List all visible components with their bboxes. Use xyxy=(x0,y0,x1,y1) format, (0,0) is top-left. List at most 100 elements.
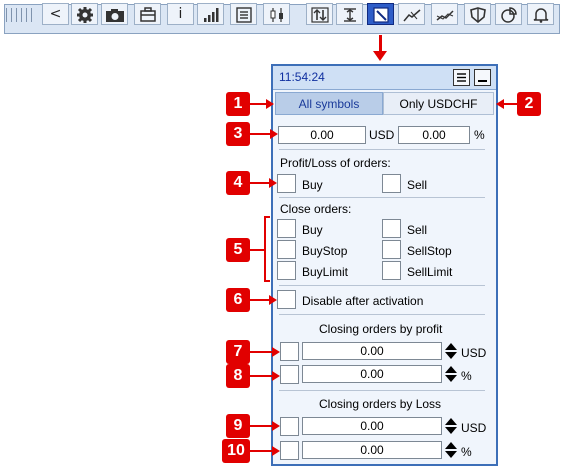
signal-bars-icon[interactable] xyxy=(197,3,224,25)
callout-4-line xyxy=(250,182,269,184)
percent-unit-label: % xyxy=(474,128,485,142)
pl-sell-label: Sell xyxy=(407,178,428,192)
loss-percent-input[interactable]: 0.00 xyxy=(302,441,442,459)
callout-9-arrowhead xyxy=(272,421,280,431)
callout-5-bracket xyxy=(264,216,270,282)
info-glyph: i xyxy=(178,6,183,22)
camera-icon[interactable] xyxy=(101,3,128,25)
menu-icon[interactable] xyxy=(453,69,470,86)
callout-7-line xyxy=(250,351,272,353)
profit-usd-input[interactable]: 0.00 xyxy=(302,342,442,360)
sort-arrows-icon[interactable] xyxy=(306,3,333,25)
callout-7-arrowhead xyxy=(272,347,280,357)
callout-2-line xyxy=(503,103,517,105)
loss-percent-unit: % xyxy=(461,445,472,459)
callout-4: 4 xyxy=(226,171,250,195)
callout-10-line xyxy=(250,450,272,452)
callout-1: 1 xyxy=(226,92,250,116)
profit-usd-spinner[interactable] xyxy=(444,342,459,360)
close-buylimit-label: BuyLimit xyxy=(302,265,349,279)
minimize-icon[interactable] xyxy=(474,69,491,86)
usd-unit-label: USD xyxy=(369,128,395,142)
divider xyxy=(279,390,485,391)
callout-8-arrowhead xyxy=(272,371,280,381)
profit-section-title: Closing orders by profit xyxy=(319,322,443,336)
close-buy-checkbox[interactable] xyxy=(277,219,296,238)
shield-icon[interactable] xyxy=(464,3,491,25)
callout-1-line xyxy=(250,103,267,105)
close-sellstop-checkbox[interactable] xyxy=(382,240,401,259)
close-selllimit-checkbox[interactable] xyxy=(382,261,401,280)
close-selllimit-label: SellLimit xyxy=(407,265,453,279)
back-button[interactable]: < xyxy=(42,3,69,25)
callout-8-line xyxy=(250,375,272,377)
close-sellstop-label: SellStop xyxy=(407,244,452,258)
loss-usd-unit: USD xyxy=(461,421,487,435)
info-icon[interactable]: i xyxy=(167,3,194,25)
divider xyxy=(279,149,485,150)
callout-2: 2 xyxy=(517,92,541,116)
callout-9: 9 xyxy=(226,414,250,438)
list-icon[interactable] xyxy=(230,3,257,25)
trend-cross-icon[interactable] xyxy=(431,3,458,25)
profit-percent-checkbox[interactable] xyxy=(280,365,299,384)
callout-9-line xyxy=(250,425,272,427)
divider xyxy=(279,197,485,198)
callout-1-arrowhead xyxy=(266,99,274,109)
close-buylimit-checkbox[interactable] xyxy=(277,261,296,280)
disable-after-activation-label: Disable after activation xyxy=(302,294,424,308)
pie-chart-icon[interactable] xyxy=(495,3,522,25)
pointer-arrow-line xyxy=(379,35,382,52)
candlestick-icon[interactable] xyxy=(263,3,290,25)
amount-usd-field[interactable]: 0.00 xyxy=(278,126,366,144)
close-section-title: Close orders: xyxy=(280,202,352,216)
profit-usd-checkbox[interactable] xyxy=(280,342,299,361)
profit-percent-input[interactable]: 0.00 xyxy=(302,365,442,383)
pl-sell-checkbox[interactable] xyxy=(382,174,401,193)
callout-5: 5 xyxy=(226,238,250,262)
callout-3-line xyxy=(250,133,270,135)
callout-3-arrowhead xyxy=(270,129,278,139)
amount-percent-field[interactable]: 0.00 xyxy=(398,126,470,144)
loss-percent-spinner[interactable] xyxy=(444,441,459,459)
loss-usd-spinner[interactable] xyxy=(444,417,459,435)
pointer-arrow-head xyxy=(373,51,387,61)
back-icon: < xyxy=(49,6,62,22)
callout-10-arrowhead xyxy=(272,446,280,456)
tab-only-usdchf[interactable]: Only USDCHF xyxy=(383,92,494,115)
callout-6-arrowhead xyxy=(269,295,277,305)
loss-usd-checkbox[interactable] xyxy=(280,417,299,436)
bell-icon[interactable] xyxy=(527,3,554,25)
close-buystop-checkbox[interactable] xyxy=(277,240,296,259)
panel-pen-icon[interactable] xyxy=(367,3,394,25)
close-sell-label: Sell xyxy=(407,223,428,237)
divider xyxy=(279,314,485,315)
clock-time: 11:54:24 xyxy=(279,70,325,84)
gear-icon[interactable] xyxy=(71,3,98,25)
close-buystop-label: BuyStop xyxy=(302,244,348,258)
profit-percent-spinner[interactable] xyxy=(444,365,459,383)
profit-percent-unit: % xyxy=(461,369,472,383)
callout-5-line xyxy=(250,249,264,251)
trend-line-icon[interactable] xyxy=(398,3,425,25)
grip-icon[interactable] xyxy=(6,8,32,22)
callout-6: 6 xyxy=(226,288,250,312)
callout-4-arrowhead xyxy=(269,178,277,188)
divider xyxy=(279,285,485,286)
callout-10: 10 xyxy=(222,439,250,463)
callout-3: 3 xyxy=(226,122,250,146)
close-sell-checkbox[interactable] xyxy=(382,219,401,238)
briefcase-icon[interactable] xyxy=(134,3,161,25)
disable-after-activation-checkbox[interactable] xyxy=(277,290,296,309)
callout-7: 7 xyxy=(226,340,250,364)
loss-usd-input[interactable]: 0.00 xyxy=(302,417,442,435)
level-icon[interactable] xyxy=(336,3,363,25)
tab-all-symbols[interactable]: All symbols xyxy=(275,92,383,115)
loss-section-title: Closing orders by Loss xyxy=(319,397,442,411)
loss-percent-checkbox[interactable] xyxy=(280,441,299,460)
pl-buy-checkbox[interactable] xyxy=(277,174,296,193)
profit-usd-unit: USD xyxy=(461,346,487,360)
pl-buy-label: Buy xyxy=(302,178,323,192)
callout-6-line xyxy=(250,299,269,301)
callout-2-arrowhead xyxy=(496,99,504,109)
